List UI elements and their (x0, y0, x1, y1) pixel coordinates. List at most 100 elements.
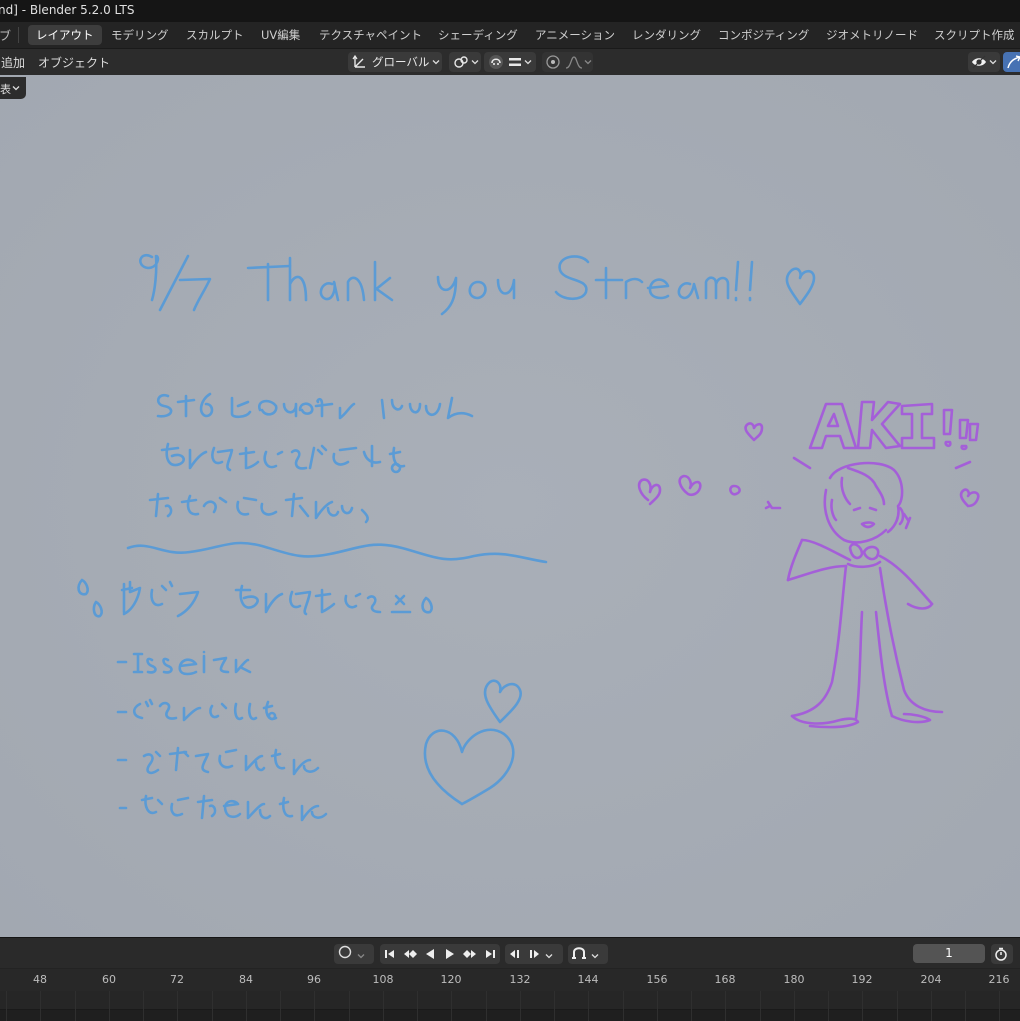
timeline-editor: 1 48 60 72 84 96 108 120 132 144 156 168… (0, 937, 1020, 1021)
small-heart-stroke (483, 679, 522, 724)
record-icon (337, 944, 353, 964)
tab-scripting[interactable]: スクリプト作成 (926, 25, 1020, 45)
handwriting-line-4 (77, 578, 433, 618)
ruler-label: 96 (307, 973, 321, 986)
play-reverse-icon[interactable] (420, 944, 440, 964)
chevron-down-icon (524, 58, 532, 66)
chevron-down-icon (432, 58, 440, 66)
stopwatch-button[interactable] (991, 944, 1013, 964)
grid-line (109, 991, 110, 1021)
transform-orientation-dropdown[interactable]: グローバル (348, 52, 442, 72)
proportional-edit-icon (487, 53, 505, 71)
tab-shading[interactable]: シェーディング (430, 25, 526, 45)
big-heart-stroke (423, 728, 515, 806)
keying-dropdown[interactable] (334, 944, 374, 964)
timeline-track-area[interactable] (0, 991, 1020, 1021)
grid-line (999, 991, 1000, 1021)
window-title: nd] - Blender 5.2.0 LTS (0, 3, 135, 17)
grid-line (657, 991, 658, 1021)
chevron-down-icon (591, 945, 599, 964)
grid-line (6, 991, 7, 1021)
tab-animation[interactable]: アニメーション (527, 25, 623, 45)
viewport-3d[interactable]: 表 (0, 75, 1020, 937)
menu-object[interactable]: オブジェクト (38, 54, 110, 71)
auto-keying-dropdown[interactable] (568, 944, 608, 964)
handwriting-line-1 (156, 392, 474, 420)
workspace-bar: ブ レイアウト モデリング スカルプト UV編集 テクスチャペイント シェーディ… (0, 22, 1020, 49)
grid-line (349, 991, 350, 1021)
ruler-label: 192 (851, 973, 873, 986)
grid-line (75, 991, 76, 1021)
visibility-dropdown[interactable] (968, 52, 1000, 72)
grid-line (177, 991, 178, 1021)
grid-line (965, 991, 966, 1021)
grid-line (897, 991, 898, 1021)
play-icon[interactable] (440, 944, 460, 964)
grid-line (760, 991, 761, 1021)
tab-uv-editing[interactable]: UV編集 (253, 25, 308, 45)
jump-end-icon[interactable] (480, 944, 500, 964)
viewport-header: 追加 オブジェクト グローバル (0, 49, 1020, 75)
jump-next-key-icon[interactable] (525, 944, 545, 964)
tab-modeling[interactable]: モデリング (103, 25, 177, 45)
grid-line (314, 991, 315, 1021)
tab-sculpt[interactable]: スカルプト (178, 25, 252, 45)
jump-start-icon[interactable] (380, 944, 400, 964)
menu-add[interactable]: 追加 (1, 54, 25, 71)
summary-row (0, 991, 1020, 1010)
proportional-group[interactable] (542, 52, 593, 72)
gizmo-icon (1006, 54, 1020, 70)
chevron-down-icon (584, 58, 592, 66)
tab-compositing[interactable]: コンポジティング (710, 25, 817, 45)
current-frame-field[interactable]: 1 (913, 944, 985, 963)
chevron-down-icon (357, 945, 365, 964)
grid-line (691, 991, 692, 1021)
tab-layout[interactable]: レイアウト (28, 25, 102, 45)
handwriting-list-stroke (116, 650, 328, 822)
grid-line (40, 991, 41, 1021)
grid-line (246, 991, 247, 1021)
grid-line (143, 991, 144, 1021)
frame-ruler[interactable]: 48 60 72 84 96 108 120 132 144 156 168 1… (0, 969, 1020, 991)
ruler-label: 156 (646, 973, 668, 986)
tab-texture-paint[interactable]: テクスチャペイント (311, 25, 430, 45)
handwriting-title-stroke (139, 254, 816, 316)
gizmo-toggle[interactable] (1003, 52, 1020, 72)
grid-line (212, 991, 213, 1021)
tab-geometry-nodes[interactable]: ジオメトリノード (818, 25, 926, 45)
tab-rendering[interactable]: レンダリング (624, 25, 709, 45)
menu-fragment[interactable]: ブ (0, 27, 11, 44)
playback-controls (380, 944, 500, 964)
ruler-label: 84 (239, 973, 253, 986)
grid-line (862, 991, 863, 1021)
grid-line (451, 991, 452, 1021)
stopwatch-icon (991, 944, 1011, 964)
wavy-divider-stroke (126, 541, 548, 564)
ruler-label: 60 (102, 973, 116, 986)
transform-orientation-label: グローバル (372, 55, 430, 69)
falloff-icon (565, 55, 583, 69)
character-sketch (637, 400, 980, 729)
snap-magnet-icon (571, 945, 587, 964)
grid-line (588, 991, 589, 1021)
prev-keyframe-icon[interactable] (400, 944, 420, 964)
next-keyframe-icon[interactable] (460, 944, 480, 964)
grid-line (520, 991, 521, 1021)
chevron-down-icon (471, 58, 479, 66)
transform-orientation-icon (352, 54, 368, 70)
timeline-header: 1 (0, 938, 1020, 968)
grid-line (486, 991, 487, 1021)
chevron-down-icon (545, 945, 553, 964)
snap-icon (453, 54, 469, 70)
ruler-label: 72 (170, 973, 184, 986)
ruler-label: 48 (33, 973, 47, 986)
grid-line (931, 991, 932, 1021)
ruler-label: 180 (783, 973, 805, 986)
keyframe-jump-group (505, 944, 563, 964)
ruler-label: 168 (714, 973, 736, 986)
snap-increment-icon (508, 55, 522, 69)
jump-prev-key-icon[interactable] (505, 944, 525, 964)
pivot-dropdown[interactable] (449, 52, 481, 72)
snapping-group[interactable] (484, 52, 536, 72)
ruler-label: 132 (509, 973, 531, 986)
